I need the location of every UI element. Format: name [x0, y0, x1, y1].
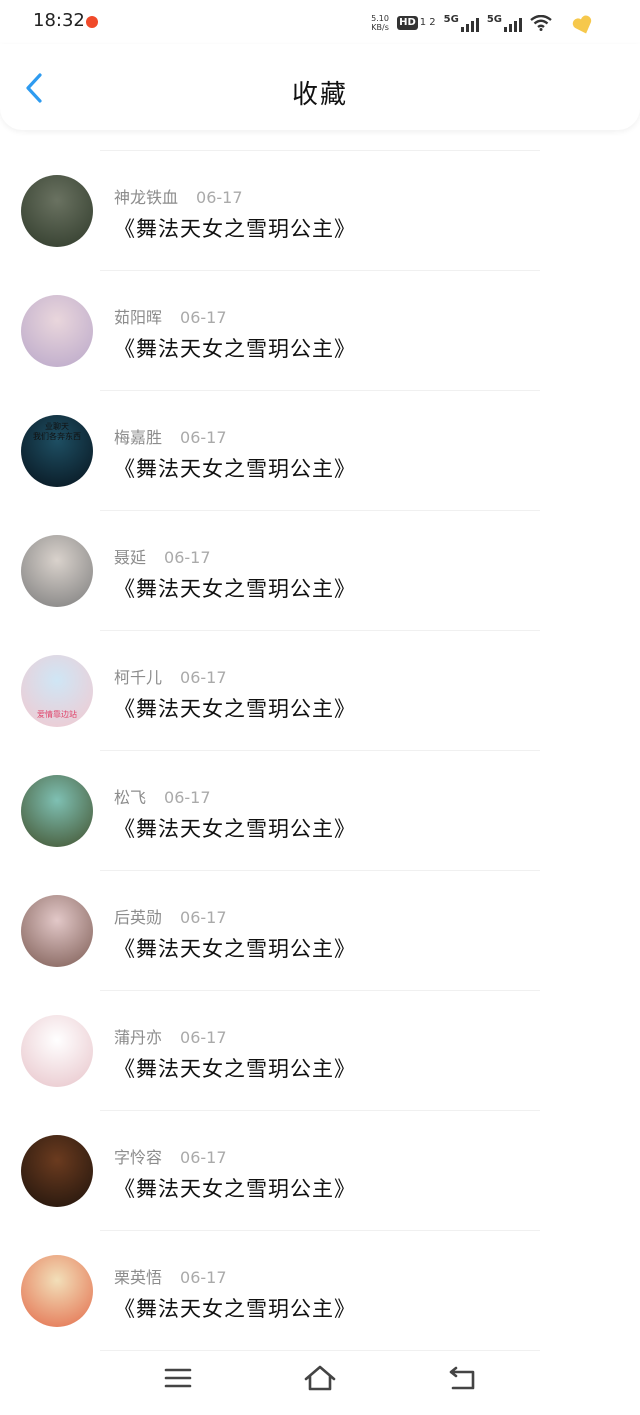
avatar-caption: 爱情靠边站 — [37, 710, 77, 719]
post-date: 06-17 — [180, 908, 227, 927]
list-item[interactable]: 业聊天 我们各奔东西 梅嘉胜 06-17 《舞法天女之雪玥公主》 — [0, 391, 640, 511]
list-item[interactable]: 聂延 06-17 《舞法天女之雪玥公主》 — [0, 511, 640, 631]
list-item[interactable]: 栗英悟 06-17 《舞法天女之雪玥公主》 — [0, 1231, 640, 1351]
user-name[interactable]: 聂延 — [114, 548, 146, 567]
user-name[interactable]: 栗英悟 — [114, 1268, 162, 1287]
avatar[interactable] — [21, 1015, 93, 1087]
avatar[interactable] — [21, 775, 93, 847]
post-date: 06-17 — [180, 1028, 227, 1047]
avatar[interactable]: 爱情靠边站 — [21, 655, 93, 727]
user-name[interactable]: 神龙铁血 — [114, 188, 178, 207]
item-title[interactable]: 《舞法天女之雪玥公主》 — [114, 1053, 356, 1083]
return-button[interactable] — [442, 1362, 482, 1394]
post-date: 06-17 — [180, 1148, 227, 1167]
list-item[interactable]: 神龙铁血 06-17 《舞法天女之雪玥公主》 — [0, 151, 640, 271]
notification-icon — [86, 16, 98, 28]
list-item[interactable]: 茹阳晖 06-17 《舞法天女之雪玥公主》 — [0, 271, 640, 391]
avatar[interactable] — [21, 1255, 93, 1327]
post-date: 06-17 — [180, 668, 227, 687]
user-line: 柯千儿 06-17 — [114, 664, 227, 688]
post-date: 06-17 — [180, 308, 227, 327]
avatar[interactable] — [21, 175, 93, 247]
avatar[interactable] — [21, 535, 93, 607]
signal-icon-1: 5G — [444, 14, 479, 32]
avatar[interactable]: 业聊天 我们各奔东西 — [21, 415, 93, 487]
user-name[interactable]: 蒲丹亦 — [114, 1028, 162, 1047]
home-icon — [304, 1365, 336, 1391]
item-title[interactable]: 《舞法天女之雪玥公主》 — [114, 333, 356, 363]
return-icon — [449, 1366, 475, 1390]
status-icons: 5.10 KB/s HD 1 2 5G 5G — [371, 12, 552, 34]
user-name[interactable]: 梅嘉胜 — [114, 428, 162, 447]
home-button[interactable] — [300, 1362, 340, 1394]
list-item[interactable]: 字怜容 06-17 《舞法天女之雪玥公主》 — [0, 1111, 640, 1231]
user-name[interactable]: 后英勋 — [114, 908, 162, 927]
user-line: 松飞 06-17 — [114, 784, 211, 808]
post-date: 06-17 — [164, 788, 211, 807]
menu-button[interactable] — [158, 1362, 198, 1394]
avatar[interactable] — [21, 1135, 93, 1207]
signal-2-label: 5G — [486, 14, 502, 25]
signal-icon-2: 5G — [487, 14, 522, 32]
menu-icon — [164, 1368, 192, 1388]
page-title: 收藏 — [291, 80, 348, 110]
user-name[interactable]: 松飞 — [114, 788, 146, 807]
item-title[interactable]: 《舞法天女之雪玥公主》 — [114, 1173, 356, 1203]
user-name[interactable]: 字怜容 — [114, 1148, 162, 1167]
user-line: 字怜容 06-17 — [114, 1144, 227, 1168]
list-item[interactable]: 松飞 06-17 《舞法天女之雪玥公主》 — [0, 751, 640, 871]
list-item[interactable]: 蒲丹亦 06-17 《舞法天女之雪玥公主》 — [0, 991, 640, 1111]
header: 收藏 — [0, 44, 640, 130]
item-title[interactable]: 《舞法天女之雪玥公主》 — [114, 813, 356, 843]
list-item[interactable]: 后英勋 06-17 《舞法天女之雪玥公主》 — [0, 871, 640, 991]
user-line: 栗英悟 06-17 — [114, 1264, 227, 1288]
status-time: 18:32 — [33, 10, 85, 31]
user-name[interactable]: 柯千儿 — [114, 668, 162, 687]
item-title[interactable]: 《舞法天女之雪玥公主》 — [114, 573, 356, 603]
user-line: 茹阳晖 06-17 — [114, 304, 227, 328]
hd-icon: HD — [397, 16, 418, 30]
signal-1-label: 5G — [443, 14, 459, 25]
hd-sub-label: 1 2 — [419, 17, 436, 28]
user-line: 梅嘉胜 06-17 — [114, 424, 227, 448]
item-title[interactable]: 《舞法天女之雪玥公主》 — [114, 453, 356, 483]
user-line: 聂延 06-17 — [114, 544, 211, 568]
avatar-caption: 我们各奔东西 — [33, 432, 81, 441]
post-date: 06-17 — [180, 1268, 227, 1287]
heart-badge-icon — [572, 15, 592, 34]
user-name[interactable]: 茹阳晖 — [114, 308, 162, 327]
item-title[interactable]: 《舞法天女之雪玥公主》 — [114, 693, 356, 723]
wifi-icon — [530, 15, 552, 31]
user-line: 后英勋 06-17 — [114, 904, 227, 928]
system-nav-bar — [0, 1340, 640, 1415]
list-item[interactable]: 爱情靠边站 柯千儿 06-17 《舞法天女之雪玥公主》 — [0, 631, 640, 751]
item-title[interactable]: 《舞法天女之雪玥公主》 — [114, 933, 356, 963]
post-date: 06-17 — [196, 188, 243, 207]
status-bar: 18:32 5.10 KB/s HD 1 2 5G 5G — [0, 0, 640, 44]
item-title[interactable]: 《舞法天女之雪玥公主》 — [114, 1293, 356, 1323]
avatar[interactable] — [21, 295, 93, 367]
item-title[interactable]: 《舞法天女之雪玥公主》 — [114, 213, 356, 243]
avatar[interactable] — [21, 895, 93, 967]
network-speed: 5.10 KB/s — [371, 14, 389, 32]
user-line: 蒲丹亦 06-17 — [114, 1024, 227, 1048]
network-speed-value: 5.10 — [371, 14, 389, 23]
network-speed-unit: KB/s — [371, 23, 389, 32]
post-date: 06-17 — [164, 548, 211, 567]
user-line: 神龙铁血 06-17 — [114, 184, 243, 208]
post-date: 06-17 — [180, 428, 227, 447]
